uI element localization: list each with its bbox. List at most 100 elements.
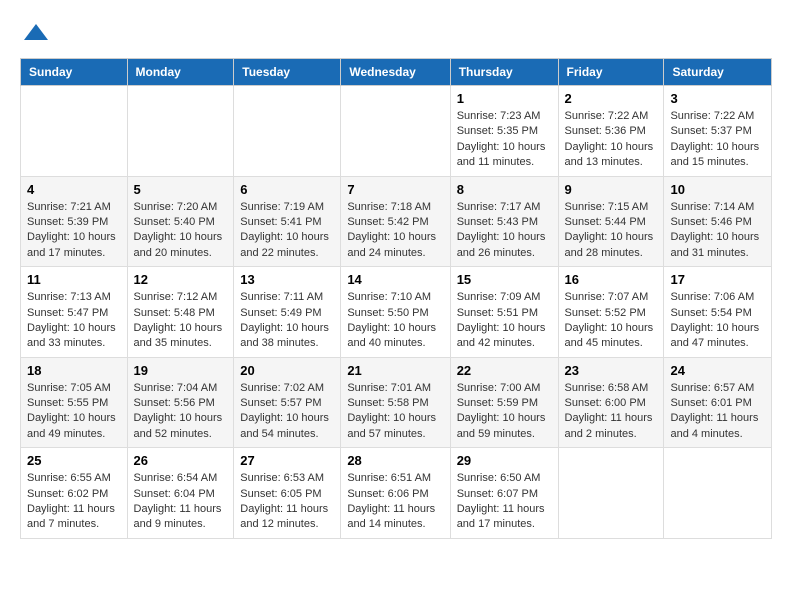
day-number: 19 <box>134 363 228 378</box>
week-row-4: 18 Sunrise: 7:05 AMSunset: 5:55 PMDayligh… <box>21 357 772 448</box>
day-cell <box>558 448 664 539</box>
header-cell-wednesday: Wednesday <box>341 59 450 86</box>
day-detail: Sunrise: 7:10 AMSunset: 5:50 PMDaylight:… <box>347 290 443 352</box>
day-detail: Sunrise: 7:20 AMSunset: 5:40 PMDaylight:… <box>134 200 228 262</box>
day-number: 29 <box>457 453 552 468</box>
day-number: 6 <box>240 182 334 197</box>
day-number: 5 <box>134 182 228 197</box>
day-number: 8 <box>457 182 552 197</box>
day-cell: 26 Sunrise: 6:54 AMSunset: 6:04 PMDayligh… <box>127 448 234 539</box>
day-detail: Sunrise: 7:04 AMSunset: 5:56 PMDaylight:… <box>134 381 228 443</box>
day-detail: Sunrise: 6:53 AMSunset: 6:05 PMDaylight:… <box>240 471 334 533</box>
day-cell: 1Sunrise: 7:23 AMSunset: 5:35 PMDaylight… <box>450 86 558 177</box>
day-cell: 24Sunrise: 6:57 AMSunset: 6:01 PMDayligh… <box>664 357 772 448</box>
day-cell: 21 Sunrise: 7:01 AMSunset: 5:58 PMDayligh… <box>341 357 450 448</box>
day-number: 7 <box>347 182 443 197</box>
day-detail: Sunrise: 6:55 AMSunset: 6:02 PMDaylight:… <box>27 471 121 533</box>
day-number: 27 <box>240 453 334 468</box>
day-number: 23 <box>565 363 658 378</box>
day-number: 1 <box>457 91 552 106</box>
calendar-table: SundayMondayTuesdayWednesdayThursdayFrid… <box>20 58 772 539</box>
day-number: 26 <box>134 453 228 468</box>
day-detail: Sunrise: 7:14 AMSunset: 5:46 PMDaylight:… <box>670 200 765 262</box>
day-detail: Sunrise: 7:22 AMSunset: 5:37 PMDaylight:… <box>670 109 765 171</box>
day-number: 14 <box>347 272 443 287</box>
week-row-5: 25 Sunrise: 6:55 AMSunset: 6:02 PMDayligh… <box>21 448 772 539</box>
day-number: 10 <box>670 182 765 197</box>
week-row-3: 11 Sunrise: 7:13 AMSunset: 5:47 PMDayligh… <box>21 267 772 358</box>
day-cell: 18 Sunrise: 7:05 AMSunset: 5:55 PMDayligh… <box>21 357 128 448</box>
logo <box>20 20 50 48</box>
day-number: 28 <box>347 453 443 468</box>
day-detail: Sunrise: 7:11 AMSunset: 5:49 PMDaylight:… <box>240 290 334 352</box>
day-cell: 10 Sunrise: 7:14 AMSunset: 5:46 PMDayligh… <box>664 176 772 267</box>
day-detail: Sunrise: 7:06 AMSunset: 5:54 PMDaylight:… <box>670 290 765 352</box>
day-detail: Sunrise: 7:18 AMSunset: 5:42 PMDaylight:… <box>347 200 443 262</box>
header-cell-saturday: Saturday <box>664 59 772 86</box>
day-cell: 15Sunrise: 7:09 AMSunset: 5:51 PMDayligh… <box>450 267 558 358</box>
day-cell: 5 Sunrise: 7:20 AMSunset: 5:40 PMDaylight… <box>127 176 234 267</box>
day-detail: Sunrise: 7:15 AMSunset: 5:44 PMDaylight:… <box>565 200 658 262</box>
day-number: 3 <box>670 91 765 106</box>
day-detail: Sunrise: 7:13 AMSunset: 5:47 PMDaylight:… <box>27 290 121 352</box>
day-cell <box>664 448 772 539</box>
day-number: 16 <box>565 272 658 287</box>
day-cell: 16Sunrise: 7:07 AMSunset: 5:52 PMDayligh… <box>558 267 664 358</box>
day-cell: 20 Sunrise: 7:02 AMSunset: 5:57 PMDayligh… <box>234 357 341 448</box>
day-cell <box>21 86 128 177</box>
day-detail: Sunrise: 7:17 AMSunset: 5:43 PMDaylight:… <box>457 200 552 262</box>
day-cell: 13 Sunrise: 7:11 AMSunset: 5:49 PMDayligh… <box>234 267 341 358</box>
day-detail: Sunrise: 6:50 AMSunset: 6:07 PMDaylight:… <box>457 471 552 533</box>
day-number: 13 <box>240 272 334 287</box>
day-number: 12 <box>134 272 228 287</box>
day-detail: Sunrise: 6:58 AMSunset: 6:00 PMDaylight:… <box>565 381 658 443</box>
day-cell <box>341 86 450 177</box>
day-number: 21 <box>347 363 443 378</box>
day-number: 11 <box>27 272 121 287</box>
page-header <box>20 20 772 48</box>
header-cell-sunday: Sunday <box>21 59 128 86</box>
day-number: 9 <box>565 182 658 197</box>
day-cell: 9 Sunrise: 7:15 AMSunset: 5:44 PMDaylight… <box>558 176 664 267</box>
logo-icon <box>22 20 50 48</box>
day-cell <box>127 86 234 177</box>
day-detail: Sunrise: 7:19 AMSunset: 5:41 PMDaylight:… <box>240 200 334 262</box>
day-number: 22 <box>457 363 552 378</box>
day-detail: Sunrise: 7:12 AMSunset: 5:48 PMDaylight:… <box>134 290 228 352</box>
day-cell: 14 Sunrise: 7:10 AMSunset: 5:50 PMDayligh… <box>341 267 450 358</box>
calendar-header: SundayMondayTuesdayWednesdayThursdayFrid… <box>21 59 772 86</box>
header-cell-tuesday: Tuesday <box>234 59 341 86</box>
week-row-1: 1Sunrise: 7:23 AMSunset: 5:35 PMDaylight… <box>21 86 772 177</box>
day-detail: Sunrise: 7:09 AMSunset: 5:51 PMDaylight:… <box>457 290 552 352</box>
day-cell: 11 Sunrise: 7:13 AMSunset: 5:47 PMDayligh… <box>21 267 128 358</box>
header-cell-thursday: Thursday <box>450 59 558 86</box>
day-detail: Sunrise: 7:22 AMSunset: 5:36 PMDaylight:… <box>565 109 658 171</box>
day-detail: Sunrise: 7:02 AMSunset: 5:57 PMDaylight:… <box>240 381 334 443</box>
day-cell: 29 Sunrise: 6:50 AMSunset: 6:07 PMDayligh… <box>450 448 558 539</box>
day-number: 20 <box>240 363 334 378</box>
day-detail: Sunrise: 6:54 AMSunset: 6:04 PMDaylight:… <box>134 471 228 533</box>
calendar-body: 1Sunrise: 7:23 AMSunset: 5:35 PMDaylight… <box>21 86 772 539</box>
day-cell: 27 Sunrise: 6:53 AMSunset: 6:05 PMDayligh… <box>234 448 341 539</box>
day-cell: 28 Sunrise: 6:51 AMSunset: 6:06 PMDayligh… <box>341 448 450 539</box>
day-cell: 7 Sunrise: 7:18 AMSunset: 5:42 PMDaylight… <box>341 176 450 267</box>
day-detail: Sunrise: 6:51 AMSunset: 6:06 PMDaylight:… <box>347 471 443 533</box>
day-number: 2 <box>565 91 658 106</box>
week-row-2: 4Sunrise: 7:21 AMSunset: 5:39 PMDaylight… <box>21 176 772 267</box>
header-cell-friday: Friday <box>558 59 664 86</box>
day-detail: Sunrise: 7:00 AMSunset: 5:59 PMDaylight:… <box>457 381 552 443</box>
day-cell: 4Sunrise: 7:21 AMSunset: 5:39 PMDaylight… <box>21 176 128 267</box>
day-detail: Sunrise: 7:01 AMSunset: 5:58 PMDaylight:… <box>347 381 443 443</box>
day-detail: Sunrise: 7:05 AMSunset: 5:55 PMDaylight:… <box>27 381 121 443</box>
day-cell: 8 Sunrise: 7:17 AMSunset: 5:43 PMDaylight… <box>450 176 558 267</box>
day-cell: 25 Sunrise: 6:55 AMSunset: 6:02 PMDayligh… <box>21 448 128 539</box>
day-number: 25 <box>27 453 121 468</box>
day-cell <box>234 86 341 177</box>
day-cell: 22 Sunrise: 7:00 AMSunset: 5:59 PMDayligh… <box>450 357 558 448</box>
day-cell: 17Sunrise: 7:06 AMSunset: 5:54 PMDayligh… <box>664 267 772 358</box>
day-cell: 3 Sunrise: 7:22 AMSunset: 5:37 PMDaylight… <box>664 86 772 177</box>
header-row: SundayMondayTuesdayWednesdayThursdayFrid… <box>21 59 772 86</box>
header-cell-monday: Monday <box>127 59 234 86</box>
day-number: 18 <box>27 363 121 378</box>
day-cell: 19 Sunrise: 7:04 AMSunset: 5:56 PMDayligh… <box>127 357 234 448</box>
